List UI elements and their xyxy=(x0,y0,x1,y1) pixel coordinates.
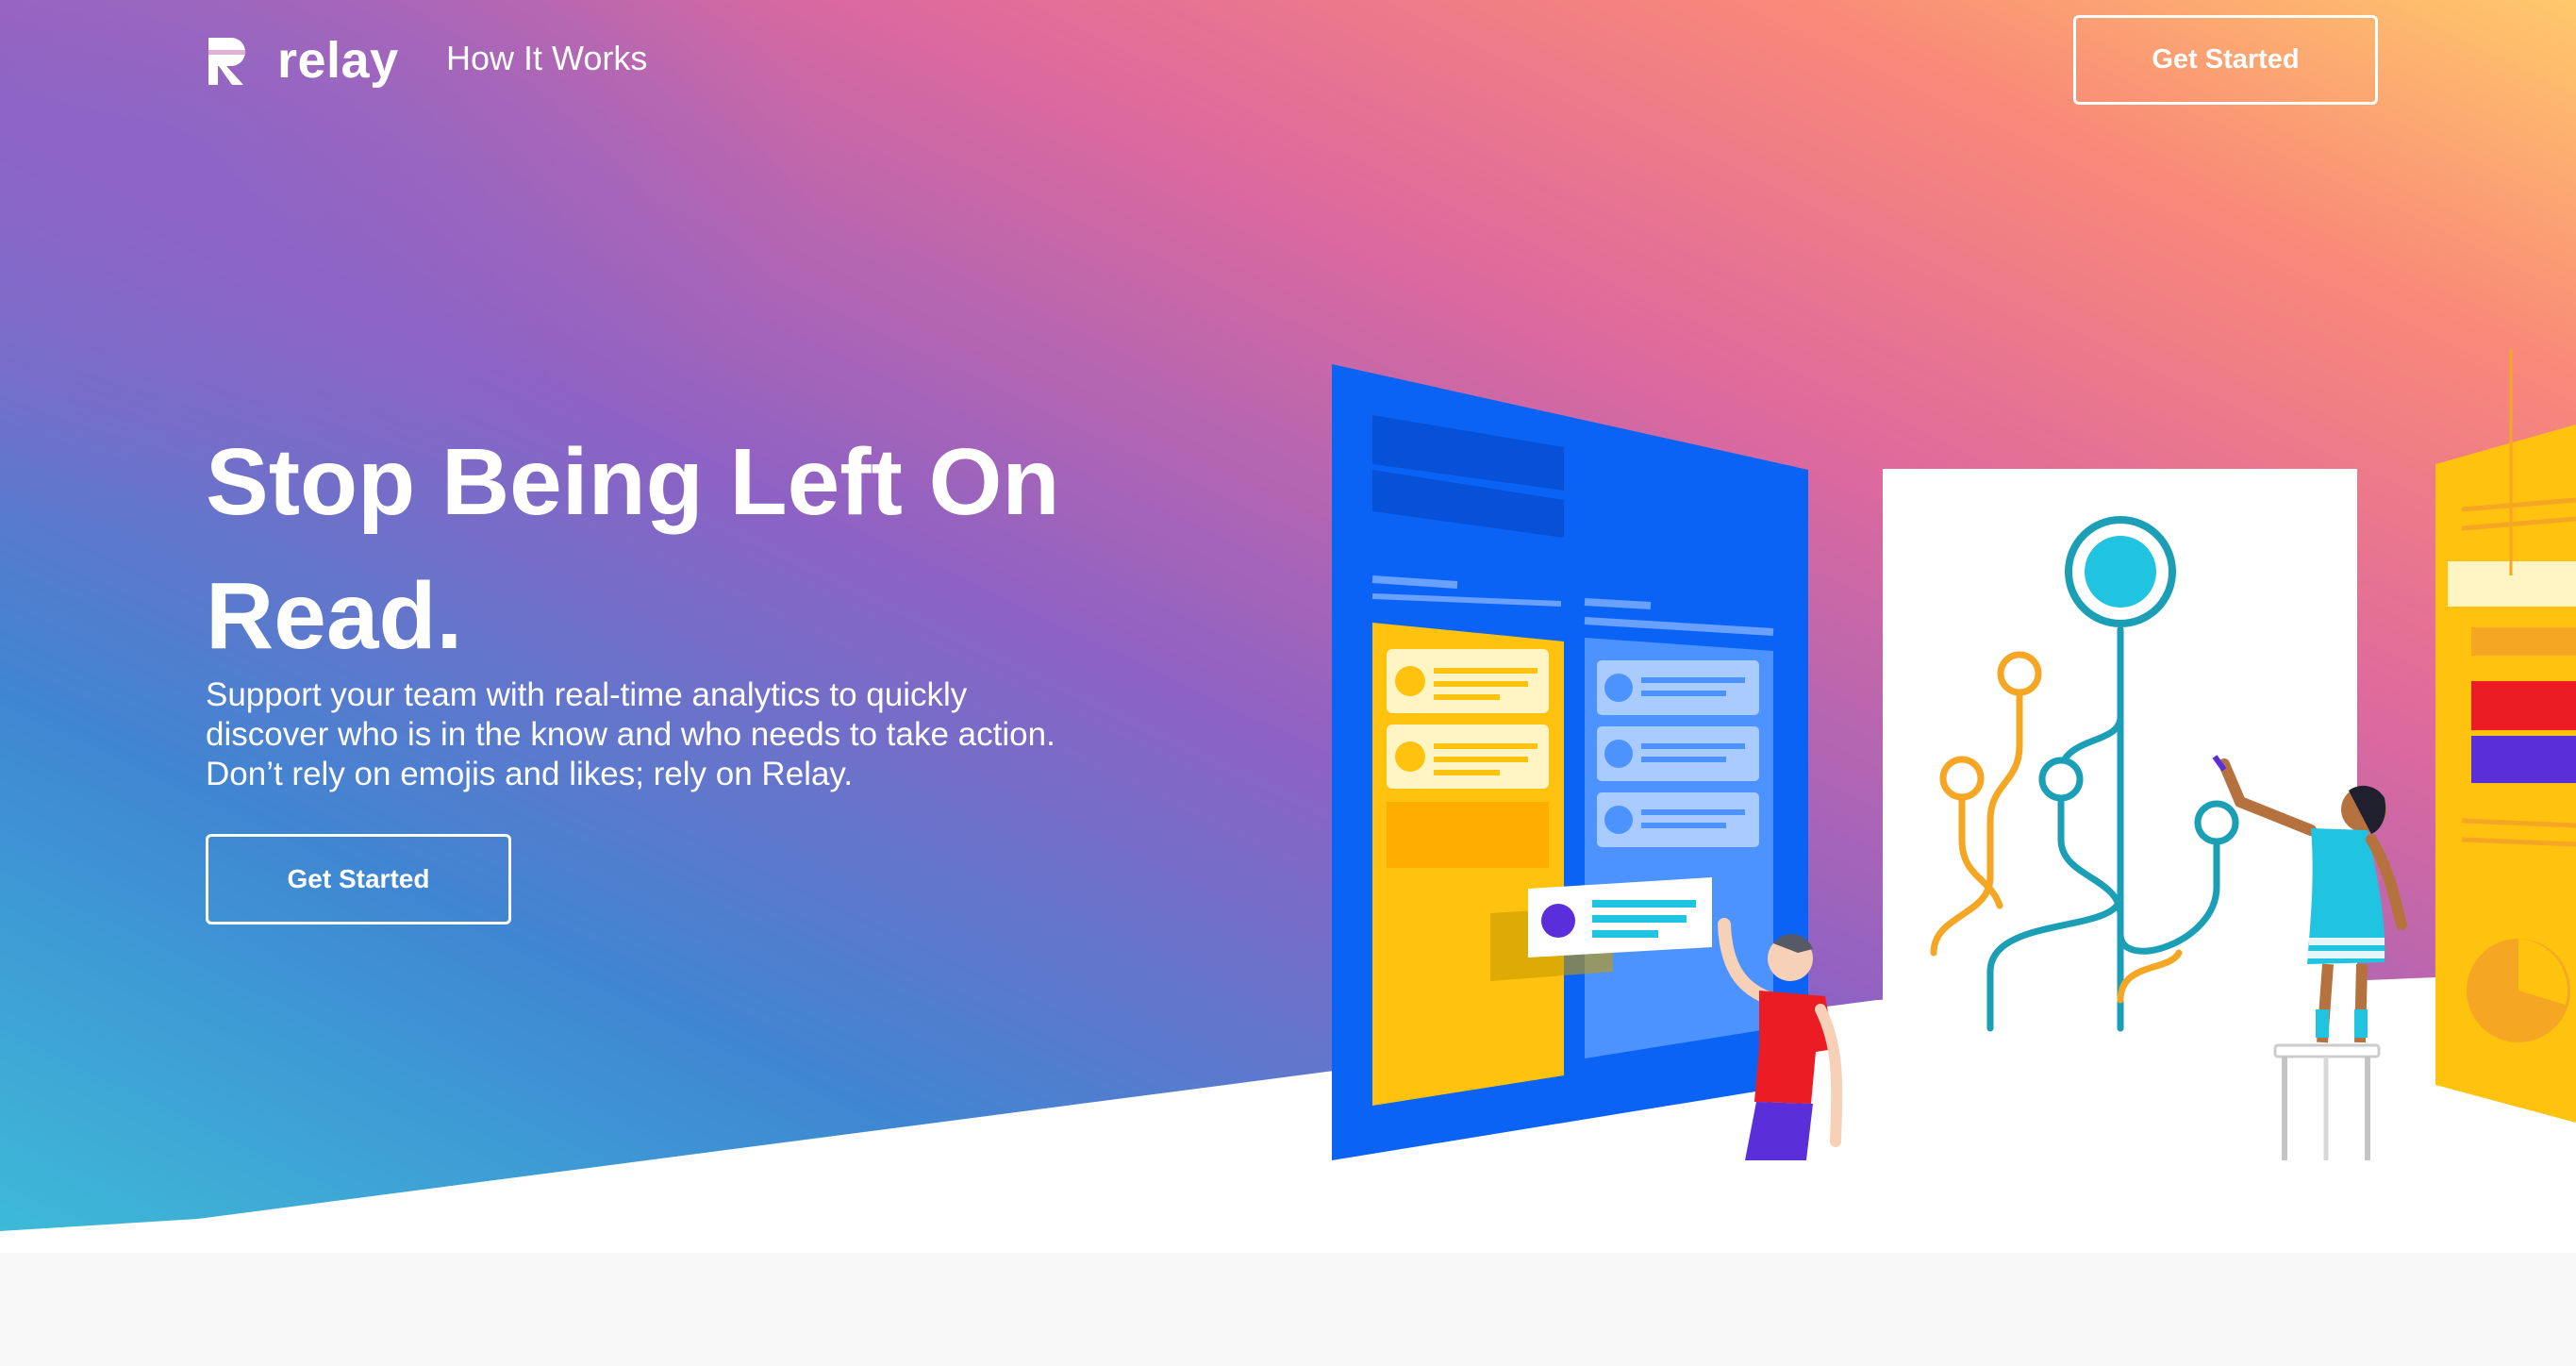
hero-subtext-line: Support your team with real-time analyti… xyxy=(206,676,968,713)
hero-subtext-line: Don’t rely on emojis and likes; rely on … xyxy=(206,756,854,792)
report-panel xyxy=(2435,349,2576,1123)
tree-chart-panel xyxy=(1883,469,2357,1037)
next-section-strip xyxy=(0,1253,2576,1366)
relay-logo-icon xyxy=(208,38,246,85)
kanban-board xyxy=(1332,364,1808,1160)
hero-subtext-line: discover who is in the know and who need… xyxy=(206,716,1055,753)
nav-link-how-it-works[interactable]: How It Works xyxy=(446,38,647,78)
nav-get-started-button[interactable]: Get Started xyxy=(2073,15,2378,105)
hero-subtext: Support your team with real-time analyti… xyxy=(206,675,1111,794)
hero-headline: Stop Being Left On Read. xyxy=(206,429,1060,669)
brand-name: relay xyxy=(277,32,399,89)
hero-get-started-button[interactable]: Get Started xyxy=(206,834,511,925)
brand-logo[interactable]: relay xyxy=(206,34,399,87)
team-analytics-board-illustration xyxy=(1332,349,2576,1160)
